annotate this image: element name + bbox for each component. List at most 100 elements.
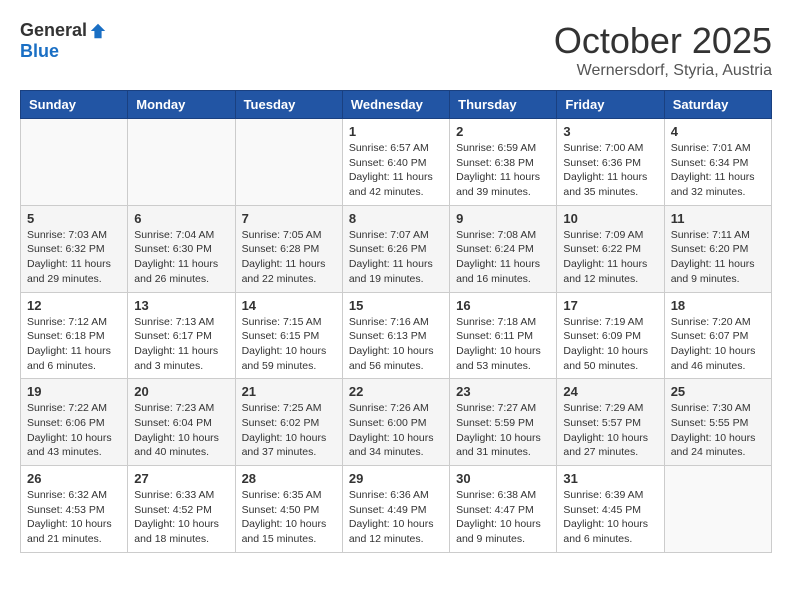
calendar-week-row: 5 Sunrise: 7:03 AM Sunset: 6:32 PM Daylig… bbox=[21, 205, 772, 292]
day-info: Sunrise: 7:07 AM Sunset: 6:26 PM Dayligh… bbox=[349, 228, 443, 287]
location-subtitle: Wernersdorf, Styria, Austria bbox=[554, 62, 772, 80]
day-number: 29 bbox=[349, 471, 443, 486]
weekday-header-monday: Monday bbox=[128, 91, 235, 119]
weekday-header-friday: Friday bbox=[557, 91, 664, 119]
day-info: Sunrise: 7:05 AM Sunset: 6:28 PM Dayligh… bbox=[242, 228, 336, 287]
calendar-cell: 21 Sunrise: 7:25 AM Sunset: 6:02 PM Dayli… bbox=[235, 379, 342, 466]
day-number: 20 bbox=[134, 384, 228, 399]
calendar-cell bbox=[235, 119, 342, 206]
day-info: Sunrise: 6:32 AM Sunset: 4:53 PM Dayligh… bbox=[27, 488, 121, 547]
day-number: 7 bbox=[242, 211, 336, 226]
weekday-header-tuesday: Tuesday bbox=[235, 91, 342, 119]
day-info: Sunrise: 7:29 AM Sunset: 5:57 PM Dayligh… bbox=[563, 401, 657, 460]
day-info: Sunrise: 7:23 AM Sunset: 6:04 PM Dayligh… bbox=[134, 401, 228, 460]
calendar-cell: 19 Sunrise: 7:22 AM Sunset: 6:06 PM Dayli… bbox=[21, 379, 128, 466]
calendar-cell: 6 Sunrise: 7:04 AM Sunset: 6:30 PM Daylig… bbox=[128, 205, 235, 292]
day-number: 30 bbox=[456, 471, 550, 486]
calendar-cell: 14 Sunrise: 7:15 AM Sunset: 6:15 PM Dayli… bbox=[235, 292, 342, 379]
day-number: 10 bbox=[563, 211, 657, 226]
day-number: 3 bbox=[563, 124, 657, 139]
day-number: 28 bbox=[242, 471, 336, 486]
day-number: 11 bbox=[671, 211, 765, 226]
day-number: 15 bbox=[349, 298, 443, 313]
calendar-cell: 29 Sunrise: 6:36 AM Sunset: 4:49 PM Dayli… bbox=[342, 466, 449, 553]
day-info: Sunrise: 7:20 AM Sunset: 6:07 PM Dayligh… bbox=[671, 315, 765, 374]
day-info: Sunrise: 7:30 AM Sunset: 5:55 PM Dayligh… bbox=[671, 401, 765, 460]
day-number: 25 bbox=[671, 384, 765, 399]
day-number: 1 bbox=[349, 124, 443, 139]
calendar-cell: 1 Sunrise: 6:57 AM Sunset: 6:40 PM Daylig… bbox=[342, 119, 449, 206]
logo-icon bbox=[89, 22, 107, 40]
day-number: 6 bbox=[134, 211, 228, 226]
day-number: 8 bbox=[349, 211, 443, 226]
day-info: Sunrise: 7:08 AM Sunset: 6:24 PM Dayligh… bbox=[456, 228, 550, 287]
day-number: 13 bbox=[134, 298, 228, 313]
day-info: Sunrise: 7:01 AM Sunset: 6:34 PM Dayligh… bbox=[671, 141, 765, 200]
month-title: October 2025 bbox=[554, 20, 772, 62]
day-number: 17 bbox=[563, 298, 657, 313]
calendar-cell: 17Sunrise: 7:19 AM Sunset: 6:09 PM Dayli… bbox=[557, 292, 664, 379]
day-info: Sunrise: 7:04 AM Sunset: 6:30 PM Dayligh… bbox=[134, 228, 228, 287]
title-section: October 2025 Wernersdorf, Styria, Austri… bbox=[554, 20, 772, 80]
calendar-cell: 24Sunrise: 7:29 AM Sunset: 5:57 PM Dayli… bbox=[557, 379, 664, 466]
day-info: Sunrise: 7:16 AM Sunset: 6:13 PM Dayligh… bbox=[349, 315, 443, 374]
calendar-cell: 23 Sunrise: 7:27 AM Sunset: 5:59 PM Dayli… bbox=[450, 379, 557, 466]
calendar-cell: 7 Sunrise: 7:05 AM Sunset: 6:28 PM Daylig… bbox=[235, 205, 342, 292]
day-number: 4 bbox=[671, 124, 765, 139]
day-number: 16 bbox=[456, 298, 550, 313]
calendar-cell: 18 Sunrise: 7:20 AM Sunset: 6:07 PM Dayli… bbox=[664, 292, 771, 379]
day-number: 19 bbox=[27, 384, 121, 399]
weekday-header-wednesday: Wednesday bbox=[342, 91, 449, 119]
day-number: 12 bbox=[27, 298, 121, 313]
calendar-cell: 16 Sunrise: 7:18 AM Sunset: 6:11 PM Dayli… bbox=[450, 292, 557, 379]
day-number: 23 bbox=[456, 384, 550, 399]
day-number: 18 bbox=[671, 298, 765, 313]
day-info: Sunrise: 7:11 AM Sunset: 6:20 PM Dayligh… bbox=[671, 228, 765, 287]
day-number: 27 bbox=[134, 471, 228, 486]
day-info: Sunrise: 7:27 AM Sunset: 5:59 PM Dayligh… bbox=[456, 401, 550, 460]
calendar-cell: 30 Sunrise: 6:38 AM Sunset: 4:47 PM Dayli… bbox=[450, 466, 557, 553]
day-number: 31 bbox=[563, 471, 657, 486]
calendar-cell: 11 Sunrise: 7:11 AM Sunset: 6:20 PM Dayli… bbox=[664, 205, 771, 292]
logo-blue-text: Blue bbox=[20, 41, 59, 62]
day-info: Sunrise: 6:59 AM Sunset: 6:38 PM Dayligh… bbox=[456, 141, 550, 200]
calendar-cell: 12 Sunrise: 7:12 AM Sunset: 6:18 PM Dayli… bbox=[21, 292, 128, 379]
day-info: Sunrise: 7:22 AM Sunset: 6:06 PM Dayligh… bbox=[27, 401, 121, 460]
calendar-week-row: 26Sunrise: 6:32 AM Sunset: 4:53 PM Dayli… bbox=[21, 466, 772, 553]
day-info: Sunrise: 6:35 AM Sunset: 4:50 PM Dayligh… bbox=[242, 488, 336, 547]
calendar-cell bbox=[664, 466, 771, 553]
day-info: Sunrise: 7:03 AM Sunset: 6:32 PM Dayligh… bbox=[27, 228, 121, 287]
day-info: Sunrise: 7:09 AM Sunset: 6:22 PM Dayligh… bbox=[563, 228, 657, 287]
day-info: Sunrise: 7:25 AM Sunset: 6:02 PM Dayligh… bbox=[242, 401, 336, 460]
day-number: 5 bbox=[27, 211, 121, 226]
calendar-cell: 15 Sunrise: 7:16 AM Sunset: 6:13 PM Dayli… bbox=[342, 292, 449, 379]
day-info: Sunrise: 7:00 AM Sunset: 6:36 PM Dayligh… bbox=[563, 141, 657, 200]
calendar-cell: 3 Sunrise: 7:00 AM Sunset: 6:36 PM Daylig… bbox=[557, 119, 664, 206]
day-info: Sunrise: 7:18 AM Sunset: 6:11 PM Dayligh… bbox=[456, 315, 550, 374]
calendar-cell: 31 Sunrise: 6:39 AM Sunset: 4:45 PM Dayli… bbox=[557, 466, 664, 553]
day-info: Sunrise: 7:15 AM Sunset: 6:15 PM Dayligh… bbox=[242, 315, 336, 374]
logo: General Blue bbox=[20, 20, 107, 62]
weekday-header-thursday: Thursday bbox=[450, 91, 557, 119]
day-info: Sunrise: 6:57 AM Sunset: 6:40 PM Dayligh… bbox=[349, 141, 443, 200]
calendar-cell: 22 Sunrise: 7:26 AM Sunset: 6:00 PM Dayli… bbox=[342, 379, 449, 466]
day-info: Sunrise: 6:39 AM Sunset: 4:45 PM Dayligh… bbox=[563, 488, 657, 547]
day-number: 21 bbox=[242, 384, 336, 399]
calendar-cell: 28 Sunrise: 6:35 AM Sunset: 4:50 PM Dayli… bbox=[235, 466, 342, 553]
calendar-cell bbox=[21, 119, 128, 206]
day-info: Sunrise: 6:36 AM Sunset: 4:49 PM Dayligh… bbox=[349, 488, 443, 547]
day-info: Sunrise: 6:38 AM Sunset: 4:47 PM Dayligh… bbox=[456, 488, 550, 547]
day-info: Sunrise: 7:26 AM Sunset: 6:00 PM Dayligh… bbox=[349, 401, 443, 460]
calendar-week-row: 19 Sunrise: 7:22 AM Sunset: 6:06 PM Dayli… bbox=[21, 379, 772, 466]
calendar-cell bbox=[128, 119, 235, 206]
page-header: General Blue October 2025 Wernersdorf, S… bbox=[20, 20, 772, 80]
calendar-week-row: 1 Sunrise: 6:57 AM Sunset: 6:40 PM Daylig… bbox=[21, 119, 772, 206]
day-number: 22 bbox=[349, 384, 443, 399]
calendar-cell: 9 Sunrise: 7:08 AM Sunset: 6:24 PM Daylig… bbox=[450, 205, 557, 292]
day-number: 14 bbox=[242, 298, 336, 313]
calendar-cell: 4 Sunrise: 7:01 AM Sunset: 6:34 PM Daylig… bbox=[664, 119, 771, 206]
calendar-cell: 25 Sunrise: 7:30 AM Sunset: 5:55 PM Dayli… bbox=[664, 379, 771, 466]
calendar-cell: 10 Sunrise: 7:09 AM Sunset: 6:22 PM Dayli… bbox=[557, 205, 664, 292]
day-number: 9 bbox=[456, 211, 550, 226]
day-info: Sunrise: 7:12 AM Sunset: 6:18 PM Dayligh… bbox=[27, 315, 121, 374]
